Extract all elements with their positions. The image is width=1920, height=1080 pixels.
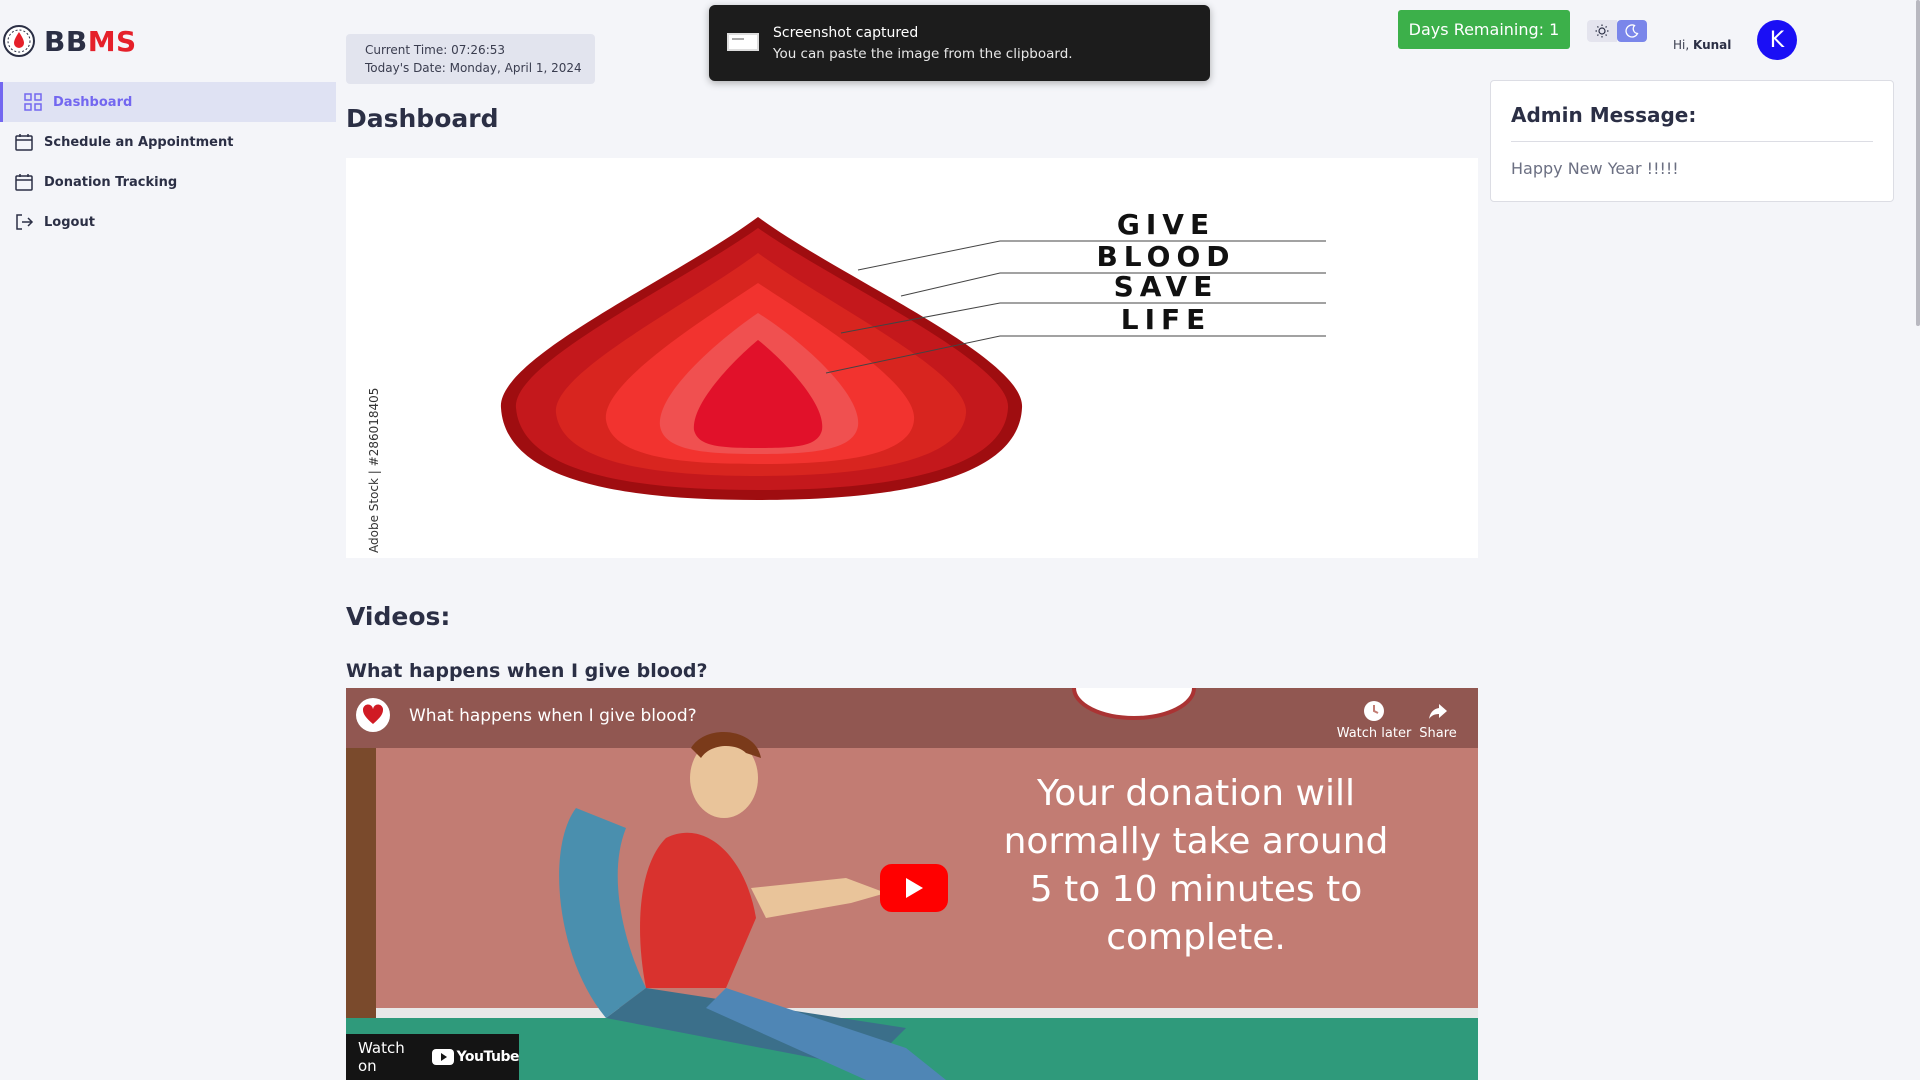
give-blood-banner: GIVE BLOOD SAVE LIFE Adobe Stock | #2860… [346, 158, 1478, 558]
youtube-logo: YouTube [431, 1049, 520, 1065]
sidebar-item-label: Donation Tracking [44, 174, 178, 190]
sidebar-item-schedule[interactable]: Schedule an Appointment [0, 122, 336, 162]
page-title: Dashboard [346, 104, 499, 133]
theme-toggle[interactable] [1587, 20, 1647, 42]
brand-suffix: MS [87, 24, 137, 58]
light-mode-button[interactable] [1587, 20, 1617, 42]
admin-message-title: Admin Message: [1511, 103, 1697, 127]
sidebar-item-label: Schedule an Appointment [44, 134, 234, 150]
calendar-icon [15, 174, 33, 191]
sidebar-nav: Dashboard Schedule an Appointment Donati… [0, 82, 336, 242]
watch-later-button[interactable]: Watch later [1336, 700, 1412, 741]
grid-icon [24, 93, 42, 111]
watch-later-label: Watch later [1336, 726, 1412, 741]
toast-title: Screenshot captured [773, 25, 919, 41]
banner-word-life: LIFE [1121, 303, 1212, 336]
heart-drop-icon [362, 704, 384, 724]
channel-avatar[interactable] [356, 698, 390, 732]
banner-watermark: Adobe Stock | #286018405 [367, 388, 381, 553]
banner-word-give: GIVE [1117, 208, 1215, 241]
sidebar-item-donation-tracking[interactable]: Donation Tracking [0, 162, 336, 202]
video-caption: Your donation will normally take around … [966, 770, 1426, 962]
blood-drop-illustration: GIVE BLOOD SAVE LIFE Adobe Stock | #2860… [366, 178, 1466, 553]
youtube-icon [431, 1049, 454, 1065]
caption-line: normally take around [1003, 821, 1389, 862]
logo-emblem-icon [3, 25, 35, 57]
screenshot-toast[interactable]: Screenshot captured You can paste the im… [709, 5, 1210, 81]
sun-icon [1595, 24, 1609, 38]
play-button[interactable] [880, 864, 948, 912]
youtube-player[interactable]: What happens when I give blood? Watch la… [346, 688, 1478, 1080]
greeting-prefix: Hi, [1673, 38, 1690, 52]
moon-icon [1625, 24, 1639, 38]
admin-message-text: Happy New Year !!!!! [1511, 159, 1679, 178]
play-icon [906, 878, 923, 898]
screenshot-thumbnail-icon [727, 33, 759, 51]
clock-icon [1364, 701, 1384, 721]
username: Kunal [1693, 38, 1732, 52]
avatar[interactable]: K [1757, 20, 1797, 60]
brand-logo[interactable]: BBMS [2, 22, 137, 60]
sidebar-item-dashboard[interactable]: Dashboard [0, 82, 336, 122]
sidebar: BBMS Dashboard Schedule an Appointment D… [0, 0, 336, 1080]
sidebar-item-label: Logout [44, 214, 95, 230]
sidebar-item-logout[interactable]: Logout [0, 202, 336, 242]
brand-name: BBMS [44, 25, 137, 58]
user-greeting: Hi, Kunal [1673, 38, 1731, 52]
caption-line: Your donation will [1037, 773, 1355, 814]
current-date: Today's Date: Monday, April 1, 2024 [365, 61, 582, 75]
brand-prefix: BB [44, 24, 88, 58]
logout-icon [16, 214, 34, 230]
divider [1511, 141, 1873, 142]
admin-message-card: Admin Message: Happy New Year !!!!! [1490, 80, 1894, 202]
sidebar-item-label: Dashboard [53, 94, 133, 110]
toast-body: You can paste the image from the clipboa… [773, 46, 1073, 62]
videos-heading: Videos: [346, 602, 451, 631]
datetime-panel: Current Time: 07:26:53 Today's Date: Mon… [346, 34, 595, 84]
banner-word-save: SAVE [1114, 270, 1219, 303]
watch-on-youtube-button[interactable]: Watch on YouTube [346, 1034, 520, 1080]
youtube-wordmark: YouTube [456, 1049, 520, 1065]
caption-line: complete. [1106, 917, 1286, 958]
video-heading: What happens when I give blood? [346, 660, 708, 682]
share-icon [1429, 704, 1447, 719]
share-label: Share [1419, 726, 1457, 741]
days-remaining-button[interactable]: Days Remaining: 1 [1398, 10, 1570, 49]
calendar-icon [15, 134, 33, 151]
dark-mode-button[interactable] [1617, 20, 1647, 42]
share-button[interactable]: Share [1408, 700, 1468, 741]
scrollbar-thumb[interactable] [1916, 0, 1920, 326]
current-time: Current Time: 07:26:53 [365, 43, 506, 57]
caption-line: 5 to 10 minutes to [1029, 869, 1363, 910]
banner-word-blood: BLOOD [1096, 240, 1235, 273]
watch-on-label: Watch on [358, 1039, 405, 1075]
player-title[interactable]: What happens when I give blood? [409, 706, 697, 726]
